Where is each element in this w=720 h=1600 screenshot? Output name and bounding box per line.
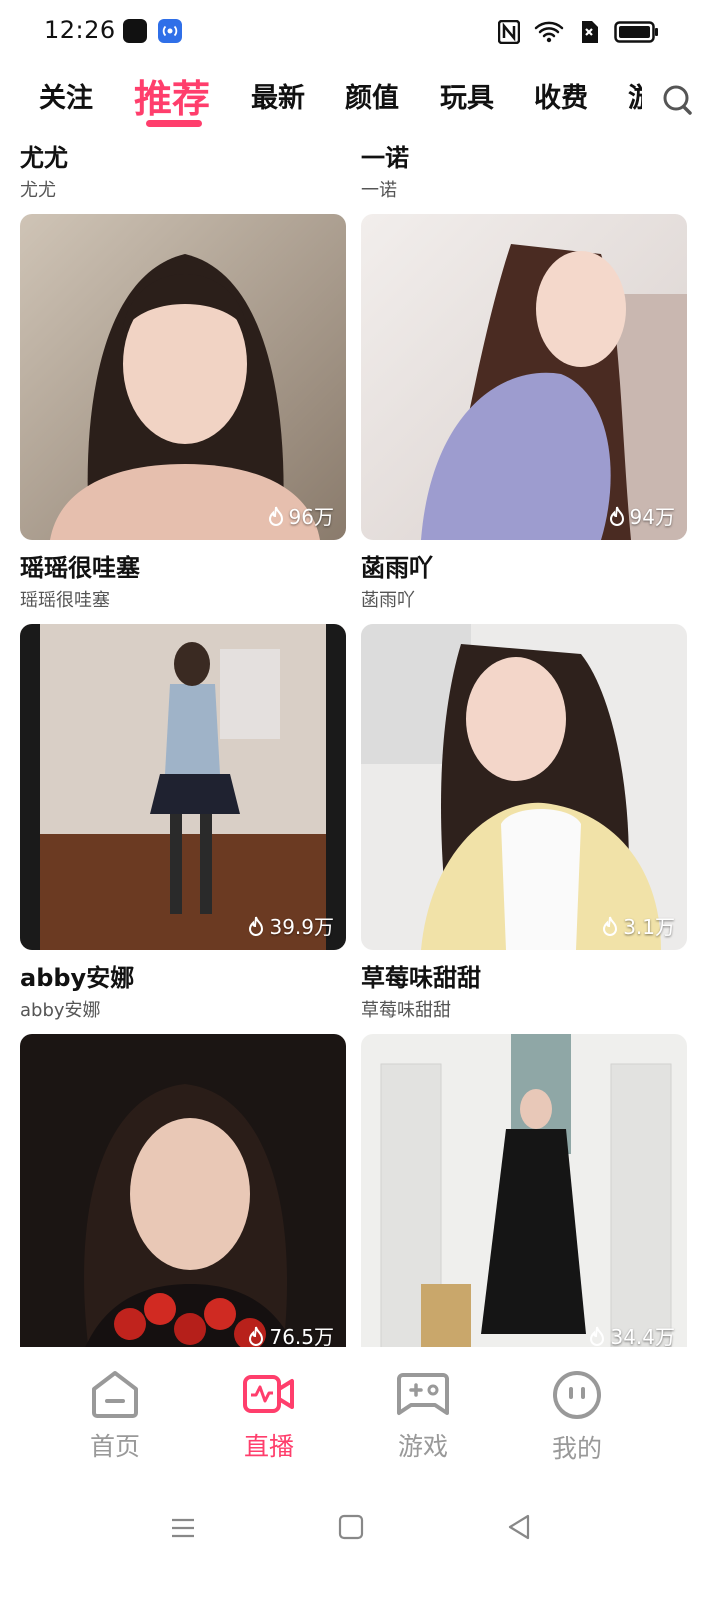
popularity-badge: 34.4万 [586,1321,675,1347]
wifi-icon [534,21,564,43]
tab-looks[interactable]: 颜值 [345,76,399,115]
streamer-name[interactable]: abby安娜 [20,958,134,993]
popularity-badge: 3.1万 [599,911,675,940]
nav-games-label: 游戏 [397,1432,448,1461]
menu-icon[interactable] [170,1515,196,1541]
streamer-subtitle: abby安娜 [20,1000,101,1021]
flame-icon [268,506,283,526]
streamer-subtitle: 一诺 [361,180,397,201]
nav-me-label: 我的 [551,1434,602,1463]
flame-icon [590,1326,605,1346]
popularity-count: 96万 [288,505,334,529]
stream-thumbnail[interactable]: 34.4万 [361,1034,687,1347]
live-feed[interactable]: 尤尤 尤尤 一诺 一诺 96万 瑶瑶很哇塞 瑶瑶很哇塞 94万 菡雨吖 菡雨吖 … [0,134,720,1347]
back-icon[interactable] [506,1513,532,1541]
live-camera-icon [243,1375,294,1413]
streamer-subtitle: 瑶瑶很哇塞 [20,590,110,611]
home-icon [92,1371,138,1418]
popularity-badge: 94万 [606,501,675,530]
flame-icon [609,506,624,526]
stream-thumbnail[interactable]: 94万 [361,214,687,540]
no-sim-icon [582,21,598,43]
popularity-count: 76.5万 [269,1325,334,1347]
streamer-name[interactable]: 菡雨吖 [361,548,433,583]
app-notification-icon [123,19,147,43]
nav-me[interactable]: 我的 [517,1369,637,1465]
bottom-navigation: 首页 直播 游戏 我的 [0,1347,720,1477]
tab-recommend[interactable]: 推荐 [134,68,210,123]
tab-paid[interactable]: 收费 [534,76,588,115]
system-navigation-bar [0,1477,720,1600]
nav-games[interactable]: 游戏 [363,1369,483,1463]
flame-icon [249,1326,264,1346]
search-icon[interactable] [660,82,696,118]
tab-latest[interactable]: 最新 [251,76,305,115]
home-square-icon[interactable] [338,1513,364,1541]
status-time: 12:26 [44,16,116,44]
active-tab-indicator [146,120,202,127]
streamer-subtitle: 草莓味甜甜 [361,1000,451,1021]
streamer-subtitle: 尤尤 [20,180,56,201]
nav-home[interactable]: 首页 [55,1369,175,1463]
streamer-subtitle: 菡雨吖 [361,590,415,611]
stream-thumbnail[interactable]: 39.9万 [20,624,346,950]
streamer-name[interactable]: 瑶瑶很哇塞 [20,548,140,583]
nfc-icon [498,20,520,44]
flame-icon [249,916,264,936]
popularity-count: 94万 [629,505,675,529]
tab-toys[interactable]: 玩具 [440,76,494,115]
tab-follow[interactable]: 关注 [39,76,93,115]
stream-thumbnail[interactable]: 76.5万 [20,1034,346,1347]
popularity-badge: 39.9万 [245,911,334,940]
status-bar: 12:26 [0,0,720,64]
streamer-name[interactable]: 一诺 [361,138,409,173]
popularity-count: 39.9万 [269,915,334,939]
popularity-badge: 96万 [265,501,334,530]
broadcast-notification-icon [158,19,182,43]
tab-more-partial[interactable]: 游 [628,76,642,115]
category-tabs: 关注 推荐 最新 颜值 玩具 收费 游 [0,64,720,134]
popularity-count: 3.1万 [623,915,675,939]
stream-thumbnail[interactable]: 96万 [20,214,346,540]
streamer-name[interactable]: 尤尤 [20,138,68,173]
nav-home-label: 首页 [89,1432,140,1461]
popularity-count: 34.4万 [610,1325,675,1347]
popularity-badge: 76.5万 [245,1321,334,1347]
gamepad-icon [397,1373,449,1415]
status-icons [498,18,660,46]
profile-face-icon [553,1371,601,1419]
flame-icon [603,916,618,936]
nav-live-label: 直播 [243,1432,294,1461]
battery-icon [614,21,658,43]
stream-thumbnail[interactable]: 3.1万 [361,624,687,950]
nav-live[interactable]: 直播 [209,1369,329,1463]
streamer-name[interactable]: 草莓味甜甜 [361,958,481,993]
